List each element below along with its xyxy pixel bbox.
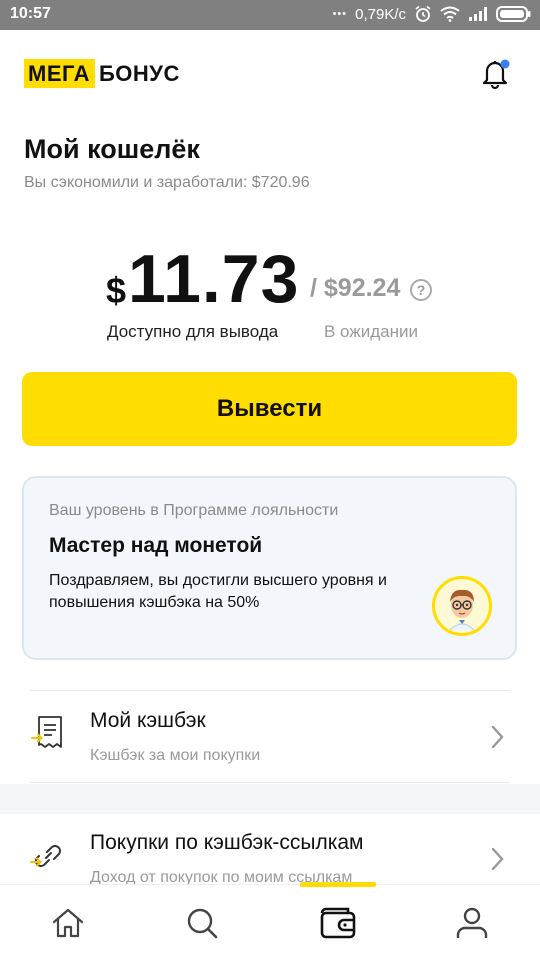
loyalty-level-name: Мастер над монетой — [49, 534, 263, 557]
profile-icon[interactable] — [452, 903, 492, 943]
bottom-navigation — [0, 882, 540, 960]
wifi-icon — [440, 6, 460, 22]
menu-item-my-cashback[interactable]: Мой кэшбэк Кэшбэк за мои покупки — [0, 692, 540, 782]
master-avatar-icon — [432, 576, 492, 636]
network-speed: 0,79K/с — [355, 5, 406, 23]
available-amount: 11.73 — [128, 241, 300, 317]
alarm-icon — [415, 5, 431, 22]
logo-bonus-text: БОНУС — [98, 60, 180, 86]
loyalty-label: Ваш уровень в Программе лояльности — [49, 502, 339, 519]
megabonus-logo: МЕГА БОНУС — [24, 59, 180, 88]
menu-item-title: Мой кэшбэк — [90, 709, 206, 732]
logo-mega-text: МЕГА — [24, 59, 95, 88]
section-gap — [0, 784, 540, 814]
available-caption: Доступно для вывода — [107, 322, 279, 341]
loyalty-card[interactable]: Ваш уровень в Программе лояльности Масте… — [22, 476, 517, 660]
status-bar: 10:57 ••• 0,79K/с — [0, 0, 540, 30]
balance-display: $ 11.73 / $92.24 ? — [0, 240, 540, 320]
chevron-right-icon — [491, 847, 504, 871]
savings-summary: Вы сэкономили и заработали: $720.96 — [24, 174, 310, 191]
chevron-right-icon — [491, 725, 504, 749]
active-tab-indicator — [300, 882, 376, 887]
status-time: 10:57 — [10, 5, 51, 22]
page-title: Мой кошелёк — [24, 134, 200, 164]
status-icons: ••• 0,79K/с — [333, 5, 532, 23]
help-icon[interactable]: ? — [410, 279, 432, 301]
search-icon[interactable] — [182, 903, 222, 943]
menu-item-subtitle: Кэшбэк за мои покупки — [90, 747, 261, 764]
home-icon[interactable] — [48, 903, 88, 943]
more-dots-icon: ••• — [332, 8, 348, 20]
withdraw-button[interactable]: Вывести — [22, 372, 517, 446]
signal-icon — [469, 7, 487, 21]
battery-icon — [496, 6, 531, 22]
notification-bell-icon[interactable] — [478, 56, 512, 90]
menu-item-title: Покупки по кэшбэк-ссылкам — [90, 831, 364, 854]
currency-symbol: $ — [106, 270, 127, 311]
divider — [30, 782, 510, 783]
divider — [30, 690, 510, 691]
link-icon — [30, 845, 61, 867]
wallet-icon[interactable] — [318, 903, 358, 943]
pending-caption: В ожидании — [324, 322, 418, 341]
pending-amount: / $92.24 — [310, 274, 401, 302]
app-header: МЕГА БОНУС — [0, 30, 540, 114]
loyalty-description: Поздравляем, вы достигли высшего уровня … — [49, 572, 387, 611]
receipt-icon — [31, 716, 62, 748]
